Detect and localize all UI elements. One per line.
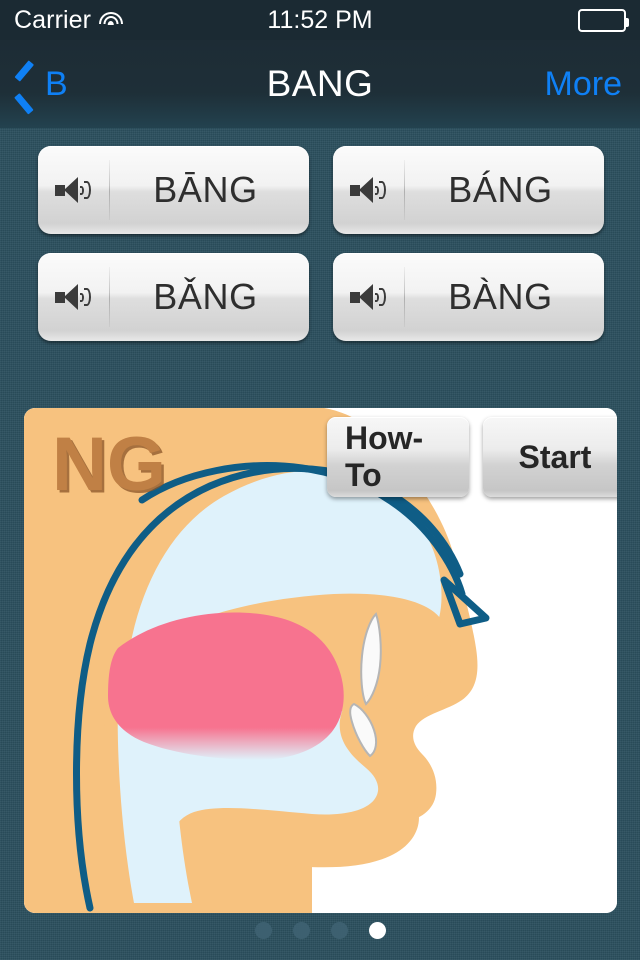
start-button[interactable]: Start xyxy=(483,417,617,497)
tone-button-label: BÁNG xyxy=(448,169,553,210)
diagram-button-group: How-To Start xyxy=(327,417,617,497)
tone-button-label: BǍNG xyxy=(153,276,258,317)
speaker-icon xyxy=(333,253,405,341)
tone-button-4[interactable]: BÀNG xyxy=(333,253,604,341)
page-dot-1[interactable] xyxy=(254,922,272,939)
tone-button-label: BĀNG xyxy=(153,169,258,210)
sound-label: NG xyxy=(52,422,166,507)
more-button[interactable]: More xyxy=(545,40,622,128)
page-indicator xyxy=(0,922,640,939)
tone-button-label: BÀNG xyxy=(448,276,553,317)
status-bar-clock: 11:52 PM xyxy=(267,5,373,34)
page-dot-4[interactable] xyxy=(368,922,386,939)
tone-button-1[interactable]: BĀNG xyxy=(38,146,309,234)
battery-full-icon xyxy=(578,8,629,32)
speaker-icon xyxy=(38,146,110,234)
tone-button-3[interactable]: BǍNG xyxy=(38,253,309,341)
navigation-bar: B BANG More xyxy=(0,40,640,128)
tone-button-2[interactable]: BÁNG xyxy=(333,146,604,234)
articulation-diagram-card: NG NG How-To Start xyxy=(24,408,617,913)
status-bar: Carrier 11:52 PM xyxy=(0,0,640,40)
speaker-icon xyxy=(333,146,405,234)
page-dot-3[interactable] xyxy=(330,922,348,939)
speaker-icon xyxy=(38,253,110,341)
page-dot-2[interactable] xyxy=(292,922,310,939)
tone-button-grid: BĀNG BÁNG BǍNG BÀNG xyxy=(38,146,604,341)
status-bar-right xyxy=(578,0,629,40)
how-to-button[interactable]: How-To xyxy=(327,417,469,497)
